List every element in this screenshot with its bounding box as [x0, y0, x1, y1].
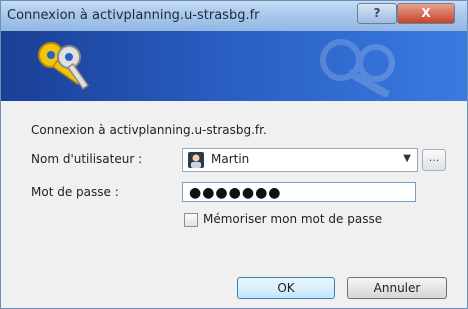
username-label: Nom d'utilisateur : [31, 152, 143, 166]
browse-credentials-button[interactable]: ... [422, 149, 446, 171]
window-title: Connexion à activplanning.u-strasbg.fr [7, 8, 260, 23]
user-avatar-icon [188, 152, 204, 168]
username-value: Martin [211, 152, 250, 166]
chevron-down-icon[interactable]: ▼ [403, 153, 411, 164]
close-button[interactable]: X [397, 3, 455, 24]
keys-icon [38, 42, 89, 90]
ok-button[interactable]: OK [237, 277, 335, 299]
login-dialog-window: Connexion à activplanning.u-strasbg.fr ?… [0, 0, 468, 309]
prompt-text: Connexion à activplanning.u-strasbg.fr. [31, 123, 267, 137]
remember-password-checkbox[interactable] [184, 213, 198, 227]
dialog-banner [1, 31, 467, 101]
username-combobox[interactable]: Martin ▼ [182, 148, 418, 172]
title-bar[interactable]: Connexion à activplanning.u-strasbg.fr ?… [1, 1, 467, 31]
remember-password-label[interactable]: Mémoriser mon mot de passe [203, 212, 382, 226]
help-button[interactable]: ? [357, 3, 397, 24]
password-label: Mot de passe : [31, 185, 119, 199]
dialog-content: Connexion à activplanning.u-strasbg.fr. … [1, 101, 467, 308]
password-field[interactable]: ●●●●●●● [182, 182, 416, 202]
cancel-button[interactable]: Annuler [347, 277, 447, 299]
keys-watermark-icon [320, 39, 395, 97]
